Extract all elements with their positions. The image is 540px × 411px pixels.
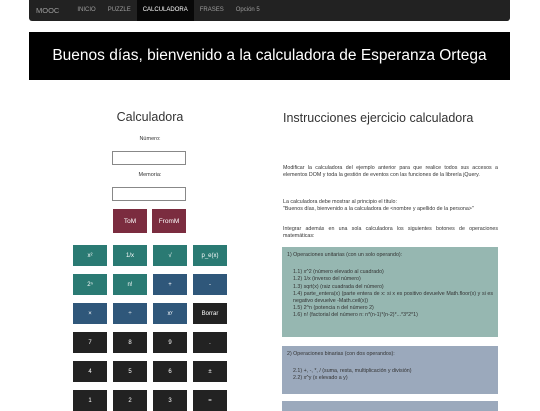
list-item: 1.6) n! (factorial del número n: n*(n-1)… (293, 312, 418, 319)
digit-1-key[interactable]: 1 (73, 390, 107, 411)
unary-operations-box: 1) Operaciones unitarias (con un solo op… (282, 247, 498, 337)
factorial-key[interactable]: n! (113, 274, 147, 295)
unary-operations-list: 1.1) x^2 (número elevado al cuadrado) 1.… (287, 269, 493, 319)
nav-item-inicio[interactable]: INICIO (71, 0, 101, 21)
digit-7-key[interactable]: 7 (73, 332, 107, 353)
list-item: 1.4) parte_entera(x) (parte entera de x:… (293, 290, 493, 305)
nav-brand[interactable]: MOOC (36, 6, 59, 15)
square-key[interactable]: x² (73, 245, 107, 266)
decimal-key[interactable]: . (193, 332, 227, 353)
equals-key[interactable]: = (193, 390, 227, 411)
list-item: 1.1) x^2 (número elevado al cuadrado) (293, 269, 384, 276)
instructions-paragraph-3: Integrar además en una sola calculadora … (283, 226, 498, 240)
nav-item-opcion-5[interactable]: Opción 5 (230, 0, 266, 21)
instructions-title: Instrucciones ejercicio calculadora (283, 111, 474, 125)
binary-operations-list: 2.1) +, -, *, / (suma, resta, multiplica… (287, 368, 493, 382)
clear-key[interactable]: Borrar (193, 303, 227, 324)
calculator-title: Calculadora (116, 110, 184, 124)
subtract-key[interactable]: - (193, 274, 227, 295)
power-key[interactable]: xʸ (153, 303, 187, 324)
nav-item-frases[interactable]: FRASES (194, 0, 230, 21)
unary-operations-title: 1) Operaciones unitarias (con un solo op… (287, 252, 403, 258)
digit-9-key[interactable]: 9 (153, 332, 187, 353)
inverse-key[interactable]: 1/x (113, 245, 147, 266)
list-item: 1.2) 1/x (inverso del número) (293, 276, 361, 283)
digit-4-key[interactable]: 4 (73, 361, 107, 382)
add-key[interactable]: + (153, 274, 187, 295)
nav-item-calculadora[interactable]: CALCULADORA (136, 0, 194, 21)
list-item: 1.3) sqrt(x) (raiz cuadrada del número) (293, 283, 384, 290)
digit-8-key[interactable]: 8 (113, 332, 147, 353)
numero-label: Número: (139, 136, 161, 142)
instructions-paragraph-2a: La calculadora debe mostrar al principio… (283, 199, 397, 205)
divide-key[interactable]: ÷ (113, 303, 147, 324)
memoria-input[interactable] (112, 187, 186, 201)
list-item: 2.1) +, -, *, / (suma, resta, multiplica… (293, 368, 412, 375)
memoria-label: Memoria: (138, 172, 162, 178)
power-of-two-key[interactable]: 2ⁿ (73, 274, 107, 295)
binary-operations-box: 2) Operaciones binarias (con dos operand… (282, 346, 498, 394)
list-item: 1.5) 2^n (potencia n del número 2) (293, 305, 374, 312)
multiply-key[interactable]: × (73, 303, 107, 324)
instructions-paragraph-2: La calculadora debe mostrar al principio… (283, 199, 498, 213)
sign-key[interactable]: ± (193, 361, 227, 382)
integer-part-key[interactable]: p_e(x) (193, 245, 227, 266)
digit-5-key[interactable]: 5 (113, 361, 147, 382)
sqrt-key[interactable]: √ (153, 245, 187, 266)
welcome-text: Buenos días, bienvenido a la calculadora… (52, 47, 487, 64)
tom-button[interactable]: ToM (113, 209, 147, 233)
next-operations-box (282, 401, 498, 411)
digit-6-key[interactable]: 6 (153, 361, 187, 382)
fromm-button[interactable]: FromM (152, 209, 186, 233)
instructions-paragraph-2b: "Buenos días, bienvenido a la calculador… (283, 206, 474, 213)
navbar: MOOC INICIO PUZZLE CALCULADORA FRASES Op… (29, 0, 510, 21)
digit-3-key[interactable]: 3 (153, 390, 187, 411)
numero-input[interactable] (112, 151, 186, 165)
welcome-banner: Buenos días, bienvenido a la calculadora… (29, 32, 510, 80)
list-item: 2.2) x^y (x elevado a y) (293, 375, 348, 382)
digit-2-key[interactable]: 2 (113, 390, 147, 411)
instructions-paragraph-1: Modificar la calculadora del ejemplo ant… (283, 165, 498, 179)
binary-operations-title: 2) Operaciones binarias (con dos operand… (287, 351, 395, 357)
nav-item-puzzle[interactable]: PUZZLE (102, 0, 137, 21)
